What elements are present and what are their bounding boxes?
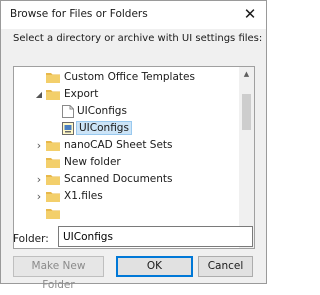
expander[interactable] <box>34 69 44 86</box>
folder-icon <box>46 192 60 202</box>
folder-open-icon <box>46 90 60 100</box>
prompt-text: Select a directory or archive with UI se… <box>13 33 263 44</box>
tree-item-label: Scanned Documents <box>64 173 173 185</box>
folder-icon <box>46 175 60 185</box>
dialog-body: Select a directory or archive with UI se… <box>1 29 266 291</box>
dialog-title: Browse for Files or Folders <box>10 8 148 20</box>
folder-icon <box>46 73 60 83</box>
cancel-button[interactable]: Cancel <box>198 256 253 277</box>
tree-item-label: nanoCAD Sheet Sets <box>64 139 173 151</box>
tree-item-nanocad-sheet-sets[interactable]: › nanoCAD Sheet Sets <box>14 137 238 154</box>
tree-item-label: Export <box>64 88 99 100</box>
expand-arrow-icon[interactable]: › <box>34 171 44 188</box>
folder-icon <box>46 158 60 168</box>
folder-icon <box>46 141 60 151</box>
tree-item-label: New folder <box>64 156 121 168</box>
close-button[interactable]: ✕ <box>242 5 258 23</box>
title-bar: Browse for Files or Folders ✕ <box>1 1 266 29</box>
tree-item-scanned-documents[interactable]: › Scanned Documents <box>14 171 238 188</box>
vertical-scrollbar[interactable]: ▲ ▼ <box>239 67 254 248</box>
scrollbar-thumb[interactable] <box>242 94 251 130</box>
expand-arrow-icon[interactable]: › <box>34 137 44 154</box>
file-icon <box>62 105 74 118</box>
tree-item-label: X1.files <box>64 190 103 202</box>
tree-item-label: Custom Office Templates <box>64 71 195 83</box>
browse-dialog: Browse for Files or Folders ✕ Select a d… <box>0 0 267 291</box>
folder-input[interactable] <box>58 226 253 247</box>
expand-arrow-icon[interactable]: › <box>34 188 44 205</box>
tree-item-new-folder[interactable]: New folder <box>14 154 238 171</box>
tree-item-partial[interactable] <box>14 205 238 222</box>
folder-label: Folder: <box>13 233 49 245</box>
tree-item-custom-office-templates[interactable]: Custom Office Templates <box>14 69 238 86</box>
collapse-arrow-icon[interactable]: ◢ <box>34 86 44 103</box>
tree-item-export[interactable]: ◢ Export <box>14 86 238 103</box>
tree-item-uiconfigs-selected[interactable]: UIConfigs <box>14 120 238 137</box>
settings-file-icon <box>62 122 74 135</box>
tree-item-label: UIConfigs <box>76 121 132 135</box>
tree-item-uiconfigs-file[interactable]: UIConfigs <box>14 103 238 120</box>
ok-button[interactable]: OK <box>116 256 193 277</box>
folder-tree[interactable]: Custom Office Templates ◢ Export UIConfi… <box>13 66 255 249</box>
make-new-folder-button[interactable]: Make New Folder <box>13 256 104 291</box>
tree-item-x1-files[interactable]: › X1.files <box>14 188 238 205</box>
folder-icon <box>46 209 60 219</box>
tree-item-label: UIConfigs <box>77 105 127 117</box>
scroll-up-icon[interactable]: ▲ <box>239 67 254 82</box>
